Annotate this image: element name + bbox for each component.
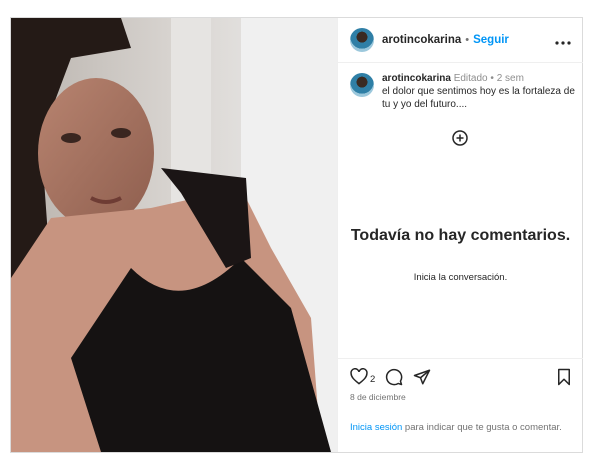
post-side-panel: arotincokarina • Seguir arotincokarina E… [337, 18, 583, 452]
avatar[interactable] [350, 28, 374, 52]
add-circle-icon[interactable] [452, 130, 468, 146]
post-date[interactable]: 8 de diciembre [350, 392, 406, 402]
heart-icon[interactable] [350, 368, 368, 390]
like-count[interactable]: 2 [370, 374, 375, 385]
action-icons: 2 [350, 368, 572, 390]
caption-username[interactable]: arotincokarina [382, 73, 451, 84]
follow-button[interactable]: Seguir [473, 34, 509, 46]
more-options-icon-svg [555, 41, 571, 45]
caption-age[interactable]: 2 sem [497, 73, 524, 84]
share-icon[interactable] [413, 368, 431, 391]
heart-icon-svg [350, 368, 368, 385]
more-options-icon[interactable] [555, 32, 571, 48]
bookmark-icon[interactable] [556, 368, 572, 391]
post-photo[interactable] [11, 18, 337, 452]
post-dialog: arotincokarina • Seguir arotincokarina E… [10, 17, 583, 453]
login-prompt: Inicia sesión para indicar que te gusta … [350, 421, 570, 434]
author-username[interactable]: arotincokarina [382, 34, 461, 46]
post-photo-image [11, 18, 337, 452]
caption-text-block: arotincokarina Editado • 2 sem el dolor … [382, 72, 575, 111]
login-prompt-text: para indicar que te gusta o comentar. [402, 422, 562, 433]
no-comments-subtitle: Inicia la conversación. [413, 272, 508, 283]
no-comments-title: Todavía no hay comentarios. [350, 227, 571, 244]
caption: arotincokarina Editado • 2 sem el dolor … [350, 72, 575, 111]
bookmark-icon-svg [558, 368, 570, 385]
avatar[interactable] [350, 73, 374, 97]
post-header: arotincokarina • Seguir [338, 18, 583, 63]
comment-icon[interactable] [385, 368, 403, 391]
caption-body: el dolor que sentimos hoy es la fortalez… [382, 86, 575, 110]
comment-icon-svg [386, 368, 403, 385]
caption-edited: Editado [453, 73, 488, 84]
header-separator: • [465, 34, 470, 46]
caption-separator: • [490, 73, 494, 84]
login-link[interactable]: Inicia sesión [350, 422, 402, 433]
share-icon-svg [414, 369, 431, 384]
post-actions: 2 8 de diciembre Inicia sesión para indi… [338, 358, 583, 452]
add-circle-icon-svg [452, 130, 468, 146]
